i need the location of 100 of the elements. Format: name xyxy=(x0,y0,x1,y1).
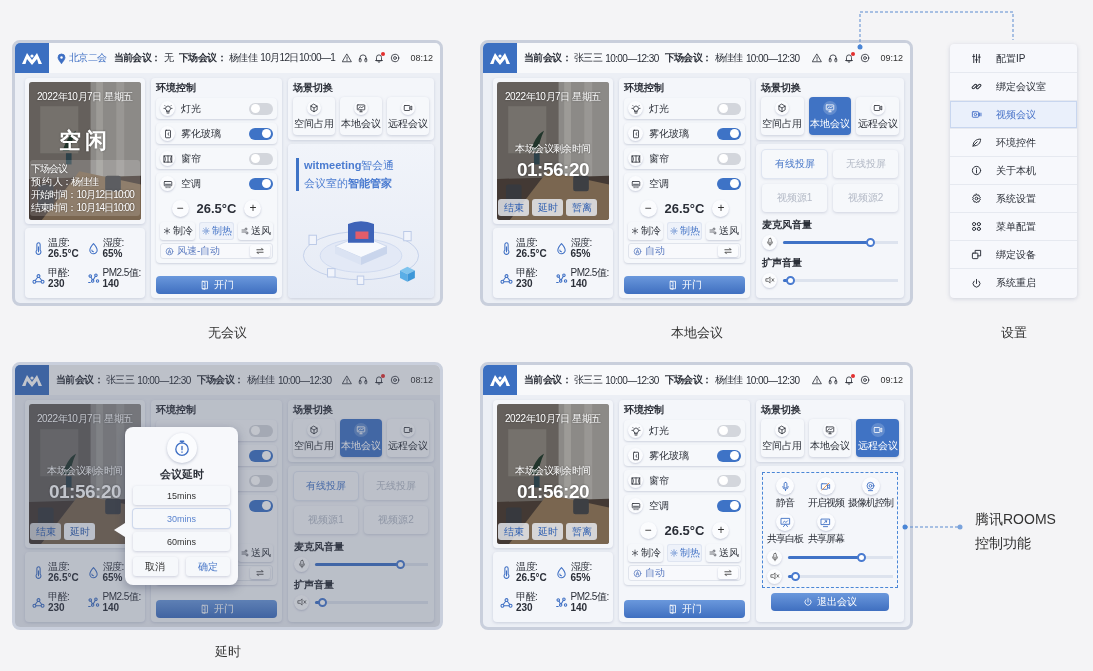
slider-thumb[interactable] xyxy=(790,571,800,581)
mode-button[interactable]: 制热 xyxy=(199,222,234,240)
toggle-switch[interactable] xyxy=(717,127,741,140)
toggle-switch[interactable] xyxy=(249,499,273,512)
menu-item[interactable]: 视频会议 xyxy=(950,101,1077,129)
decrease-button[interactable]: − xyxy=(171,199,189,217)
toggle-switch[interactable] xyxy=(717,474,741,487)
bell-icon[interactable] xyxy=(844,375,855,385)
swap-button[interactable] xyxy=(718,567,738,579)
scene-button[interactable]: 空间占用 xyxy=(761,97,804,135)
toggle-switch[interactable] xyxy=(249,177,273,190)
swap-button[interactable] xyxy=(250,245,270,257)
toggle-switch[interactable] xyxy=(249,102,273,115)
slider-thumb[interactable] xyxy=(865,237,875,247)
mode-button[interactable]: 制热 xyxy=(667,544,702,562)
decrease-button[interactable]: − xyxy=(639,199,657,217)
toggle-switch[interactable] xyxy=(249,449,273,462)
slider-thumb[interactable] xyxy=(396,559,406,569)
scene-button[interactable]: 本地会议 xyxy=(340,97,382,135)
increase-button[interactable]: + xyxy=(712,199,730,217)
duration-option[interactable]: 30mins xyxy=(133,509,230,528)
meeting-control-button[interactable]: 开启视频 xyxy=(807,477,844,510)
duration-option[interactable]: 60mins xyxy=(133,532,230,551)
meeting-action-button[interactable]: 暂离 xyxy=(566,523,597,540)
toggle-switch[interactable] xyxy=(249,424,273,437)
meeting-action-button[interactable]: 结束 xyxy=(498,523,529,540)
scene-button[interactable]: 远程会议 xyxy=(856,97,899,135)
mode-button[interactable]: 送风 xyxy=(238,222,273,240)
sensor-value: 26.5°C xyxy=(516,572,547,583)
menu-item[interactable]: 配置IP xyxy=(950,45,1077,73)
bell-icon[interactable] xyxy=(374,53,385,63)
mode-button[interactable]: 制冷 xyxy=(160,222,196,240)
scene-button[interactable]: 空间占用 xyxy=(293,419,335,457)
warning-icon[interactable] xyxy=(812,53,823,63)
warning-icon[interactable] xyxy=(812,375,823,385)
warning-icon[interactable] xyxy=(342,375,353,385)
toggle-switch[interactable] xyxy=(249,152,273,165)
mode-button[interactable]: 制热 xyxy=(667,222,702,240)
meeting-action-button[interactable]: 延时 xyxy=(532,199,563,216)
scene-button[interactable]: 远程会议 xyxy=(387,419,429,457)
bell-icon[interactable] xyxy=(844,53,855,63)
headset-icon[interactable] xyxy=(828,375,839,385)
menu-item[interactable]: 环境控件 xyxy=(950,129,1077,157)
slider-thumb[interactable] xyxy=(318,597,328,607)
increase-button[interactable]: + xyxy=(244,199,262,217)
slider-thumb[interactable] xyxy=(857,552,867,562)
meeting-action-button[interactable]: 延时 xyxy=(64,523,95,540)
mode-button[interactable]: 送风 xyxy=(238,544,273,562)
settings-icon[interactable] xyxy=(860,375,871,385)
scene-button[interactable]: 空间占用 xyxy=(761,419,804,457)
scene-button[interactable]: 远程会议 xyxy=(387,97,429,135)
toggle-switch[interactable] xyxy=(717,499,741,512)
toggle-switch[interactable] xyxy=(249,127,273,140)
meeting-control-button[interactable]: 共享屏幕 xyxy=(807,513,844,546)
headset-icon[interactable] xyxy=(828,53,839,63)
meeting-control-button[interactable]: 共享白板 xyxy=(767,513,803,546)
swap-button[interactable] xyxy=(718,245,738,257)
mode-button[interactable]: 送风 xyxy=(706,544,741,562)
scene-button[interactable]: 本地会议 xyxy=(808,419,852,457)
settings-icon[interactable] xyxy=(390,375,401,385)
toggle-switch[interactable] xyxy=(717,152,741,165)
meeting-control-button[interactable]: 摄像机控制 xyxy=(848,477,893,510)
headset-icon[interactable] xyxy=(358,53,369,63)
source-button[interactable]: 有线投屏 xyxy=(762,150,827,178)
bell-icon[interactable] xyxy=(374,375,385,385)
menu-item[interactable]: 菜单配置 xyxy=(950,213,1077,241)
mode-button[interactable]: 制冷 xyxy=(628,544,664,562)
exit-meeting-button[interactable]: 退出会议 xyxy=(771,593,889,611)
scene-button[interactable]: 远程会议 xyxy=(856,419,899,457)
meeting-action-button[interactable]: 延时 xyxy=(532,523,563,540)
menu-item[interactable]: 关于本机 xyxy=(950,157,1077,185)
meeting-action-button[interactable]: 结束 xyxy=(498,199,529,216)
swap-button[interactable] xyxy=(250,567,270,579)
mode-button[interactable]: 送风 xyxy=(706,222,741,240)
settings-icon[interactable] xyxy=(860,53,871,63)
open-door-button[interactable]: 开门 xyxy=(156,276,277,294)
menu-item[interactable]: 绑定设备 xyxy=(950,241,1077,269)
meeting-action-button[interactable]: 暂离 xyxy=(566,199,597,216)
toggle-switch[interactable] xyxy=(717,449,741,462)
headset-icon[interactable] xyxy=(358,375,369,385)
menu-item[interactable]: 系统重启 xyxy=(950,269,1077,297)
open-door-button[interactable]: 开门 xyxy=(624,276,745,294)
decrease-button[interactable]: − xyxy=(639,521,657,539)
dialog-button[interactable]: 确定 xyxy=(185,557,230,576)
slider-thumb[interactable] xyxy=(786,275,796,285)
toggle-switch[interactable] xyxy=(717,177,741,190)
menu-item[interactable]: 系统设置 xyxy=(950,185,1077,213)
dialog-button[interactable]: 取消 xyxy=(133,557,178,576)
duration-option[interactable]: 15mins xyxy=(133,486,230,505)
open-door-button[interactable]: 开门 xyxy=(624,600,745,618)
settings-icon[interactable] xyxy=(390,53,401,63)
scene-button[interactable]: 本地会议 xyxy=(808,97,852,135)
increase-button[interactable]: + xyxy=(712,521,730,539)
mode-button[interactable]: 制冷 xyxy=(628,222,664,240)
toggle-switch[interactable] xyxy=(249,474,273,487)
toggle-switch[interactable] xyxy=(717,424,741,437)
meeting-control-button[interactable]: 静音 xyxy=(767,477,803,510)
toggle-switch[interactable] xyxy=(717,102,741,115)
scene-button[interactable]: 空间占用 xyxy=(293,97,335,135)
warning-icon[interactable] xyxy=(342,53,353,63)
